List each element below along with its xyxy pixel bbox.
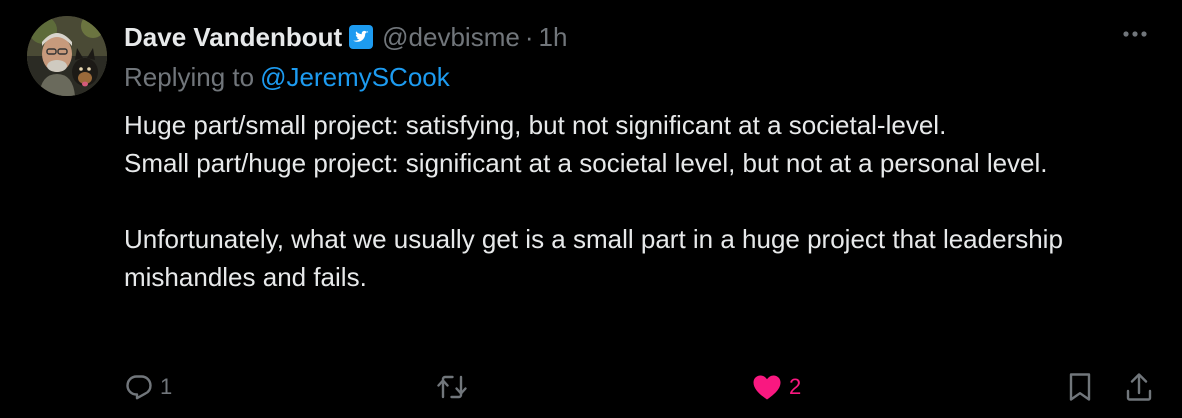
share-button[interactable] (1124, 371, 1154, 403)
reply-count: 1 (160, 374, 173, 399)
tweet-text-paragraph-2: Unfortunately, what we usually get is a … (124, 224, 1063, 292)
share-icon (1126, 373, 1152, 401)
tweet-header: Dave Vandenbout @devbisme · 1h (124, 19, 567, 55)
tweet-text: Huge part/small project: satisfying, but… (124, 106, 1164, 296)
replying-to-label: Replying to (124, 62, 255, 92)
retweet-icon (437, 375, 467, 399)
replying-to: Replying to @JeremySCook (124, 62, 450, 93)
retweet-button[interactable] (436, 371, 468, 403)
tweet: Dave Vandenbout @devbisme · 1h Replying … (0, 0, 1182, 418)
reply-button[interactable]: 1 (124, 371, 172, 403)
verified-badge-icon (348, 24, 374, 50)
tweet-text-line-1: Huge part/small project: satisfying, but… (124, 110, 947, 140)
dot-separator: · (524, 21, 534, 52)
like-icon (753, 375, 781, 400)
tweet-text-line-2: Small part/huge project: significant at … (124, 148, 1048, 178)
timestamp[interactable]: 1h (539, 22, 568, 53)
reply-icon (126, 375, 152, 400)
author-display-name[interactable]: Dave Vandenbout (124, 22, 342, 53)
bookmark-button[interactable] (1066, 371, 1094, 403)
more-icon[interactable] (1120, 22, 1150, 46)
like-button[interactable]: 2 (751, 371, 801, 403)
author-handle[interactable]: @devbisme (382, 22, 520, 53)
replying-to-mention[interactable]: @JeremySCook (260, 62, 450, 92)
bookmark-icon (1069, 373, 1091, 401)
like-count: 2 (789, 374, 802, 399)
avatar[interactable] (27, 16, 107, 96)
